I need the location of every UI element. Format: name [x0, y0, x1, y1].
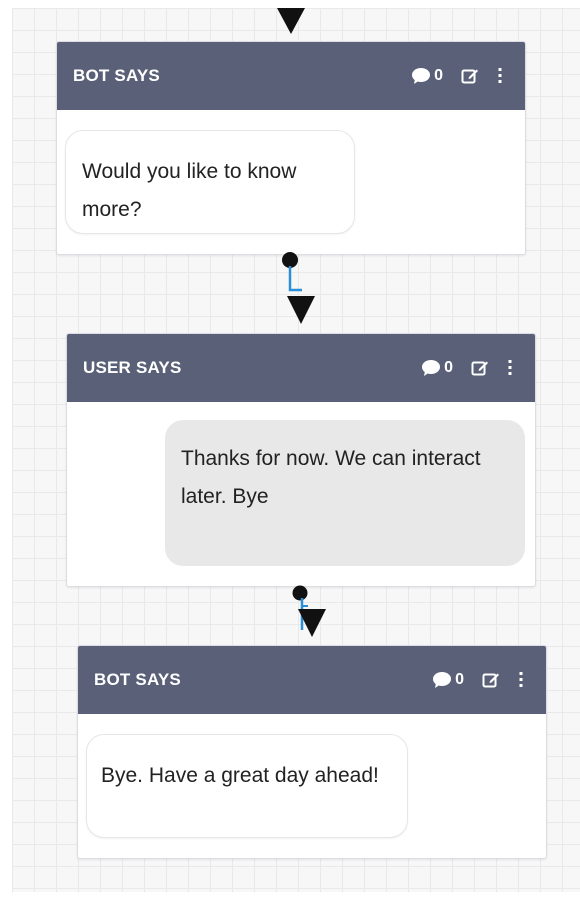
bot-message-bubble[interactable]: Would you like to know more? — [65, 130, 355, 234]
comment-icon — [422, 360, 441, 376]
kebab-menu-icon[interactable] — [518, 671, 524, 689]
comment-icon — [412, 68, 431, 84]
comment-count: 0 — [434, 67, 443, 84]
user-message-bubble[interactable]: Thanks for now. We can interact later. B… — [165, 420, 525, 566]
comments-button[interactable]: 0 — [421, 359, 453, 377]
comment-count: 0 — [455, 671, 464, 688]
user-says-node[interactable]: USER SAYS 0 Thanks for now. We can inter… — [66, 333, 536, 587]
message-text: Thanks for now. We can interact later. B… — [181, 447, 481, 508]
arrow-down-icon — [298, 609, 326, 637]
message-text: Bye. Have a great day ahead! — [101, 764, 379, 787]
bot-says-node[interactable]: BOT SAYS 0 Bye. Have a great day ahead! — [77, 645, 547, 859]
node-header[interactable]: BOT SAYS 0 — [57, 42, 525, 110]
comments-button[interactable]: 0 — [411, 67, 443, 85]
comment-count: 0 — [444, 359, 453, 376]
edit-icon[interactable] — [482, 671, 500, 689]
node-title: BOT SAYS — [94, 670, 181, 689]
node-title: USER SAYS — [83, 358, 182, 377]
comments-button[interactable]: 0 — [432, 671, 464, 689]
connector-line — [288, 266, 302, 292]
kebab-menu-icon[interactable] — [497, 67, 503, 85]
arrow-down-icon — [277, 8, 305, 34]
arrow-down-icon — [287, 296, 315, 324]
comment-icon — [433, 672, 452, 688]
kebab-menu-icon[interactable] — [507, 359, 513, 377]
node-title: BOT SAYS — [73, 66, 160, 85]
bot-message-bubble[interactable]: Bye. Have a great day ahead! — [86, 734, 408, 838]
node-header[interactable]: BOT SAYS 0 — [78, 646, 546, 714]
edit-icon[interactable] — [471, 359, 489, 377]
bot-says-node[interactable]: BOT SAYS 0 Would you like to know more? — [56, 41, 526, 255]
node-header[interactable]: USER SAYS 0 — [67, 334, 535, 402]
message-text: Would you like to know more? — [82, 160, 297, 221]
edit-icon[interactable] — [461, 67, 479, 85]
